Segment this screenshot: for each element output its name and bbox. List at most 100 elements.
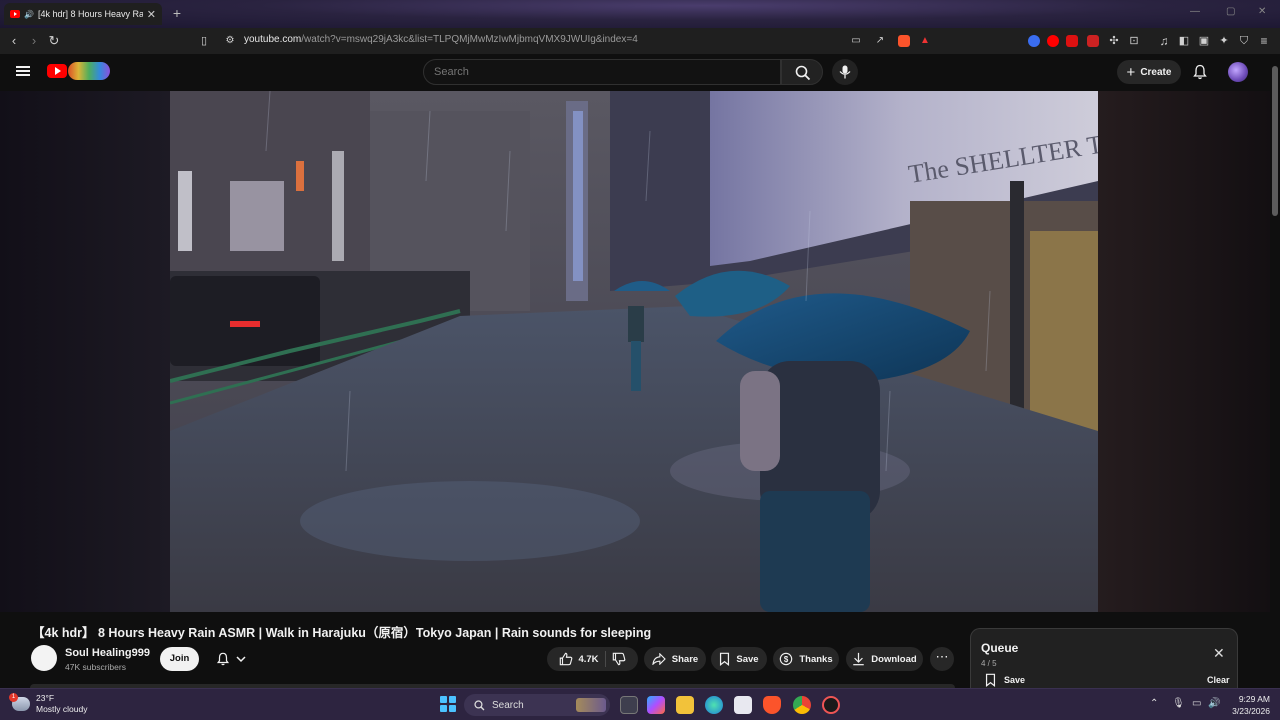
close-window-icon[interactable]: ✕	[1258, 6, 1266, 17]
network-icon[interactable]: ▭	[1192, 698, 1201, 709]
volume-icon[interactable]: 🔊	[1208, 698, 1220, 709]
youtube-logo-icon[interactable]	[47, 64, 67, 78]
microphone-tray-icon[interactable]: 🎙	[1172, 698, 1185, 709]
video-player[interactable]: The SHELLTER TOK	[170, 91, 1098, 612]
extension-red-icon[interactable]	[1047, 35, 1059, 47]
extension-blue-icon[interactable]	[1028, 35, 1040, 47]
bookmark-save-icon	[720, 652, 730, 666]
start-windows-icon[interactable]	[440, 696, 456, 712]
sidebar-toggle-icon[interactable]: ◧	[1176, 33, 1192, 49]
thumbs-down-icon	[612, 652, 625, 666]
brave-browser-icon[interactable]	[763, 696, 781, 714]
media-controls-icon[interactable]: ♫	[1156, 33, 1172, 49]
file-explorer-icon[interactable]	[676, 696, 694, 714]
new-tab-button[interactable]: +	[168, 5, 186, 23]
scrollbar-thumb[interactable]	[1272, 66, 1278, 216]
video-frame-rainy-street: The SHELLTER TOK	[170, 91, 1098, 612]
system-clock[interactable]: 9:29 AM 3/23/2026	[1222, 693, 1270, 717]
taskbar-search-box[interactable]: Search	[464, 694, 610, 716]
edge-browser-icon[interactable]	[705, 696, 723, 714]
svg-text:$: $	[784, 655, 789, 664]
copilot-icon[interactable]	[647, 696, 665, 714]
reload-icon[interactable]: ↻	[46, 33, 62, 49]
download-button[interactable]: Download	[846, 647, 923, 671]
menu-icon[interactable]	[16, 66, 30, 76]
queue-save-label: Save	[1004, 675, 1026, 685]
queue-clear-button[interactable]: Clear	[1207, 675, 1230, 685]
page-scrollbar[interactable]	[1270, 54, 1280, 688]
voice-search-button[interactable]	[832, 59, 858, 85]
windows-taskbar: 1 23°F Mostly cloudy Search ⌃ 🎙 ▭ 🔊 9:29…	[0, 688, 1280, 720]
plus-icon: +	[1126, 63, 1136, 81]
close-tab-icon[interactable]: ✕	[147, 8, 156, 21]
like-divider	[604, 651, 606, 667]
queue-title: Queue	[981, 641, 1019, 655]
microphone-icon	[839, 65, 851, 79]
bookmark-icon[interactable]: ▯	[196, 33, 212, 49]
search-input[interactable]	[424, 60, 780, 84]
site-info-icon[interactable]: ⚙	[222, 33, 238, 49]
search-box[interactable]	[423, 59, 781, 85]
weather-condition: Mostly cloudy	[36, 704, 88, 714]
share-button[interactable]: Share	[644, 647, 706, 671]
forward-icon[interactable]: ›	[26, 33, 42, 49]
queue-save-button[interactable]: Save	[985, 673, 1025, 687]
search-icon	[474, 699, 485, 710]
show-hidden-icons-chevron-icon[interactable]: ⌃	[1150, 698, 1158, 709]
channel-name[interactable]: Soul Healing999	[65, 647, 150, 659]
weather-badge: 1	[9, 693, 18, 702]
more-actions-button[interactable]: ⋯	[930, 647, 954, 671]
thanks-dollar-icon: $	[780, 652, 793, 666]
queue-close-icon[interactable]: ✕	[1213, 645, 1225, 662]
store-icon[interactable]	[734, 696, 752, 714]
leo-ai-icon[interactable]: ✦	[1216, 33, 1232, 49]
search-button[interactable]	[781, 59, 823, 85]
bookmark-icon	[985, 673, 996, 687]
dislike-button[interactable]	[612, 652, 626, 666]
back-icon[interactable]: ‹	[6, 33, 22, 49]
screenshot-icon[interactable]: ⊡	[1126, 33, 1142, 49]
clock-time: 9:29 AM	[1238, 694, 1270, 704]
youtube-favicon-icon	[10, 10, 20, 18]
extensions-puzzle-icon[interactable]: ✣	[1106, 33, 1122, 49]
create-button[interactable]: + Create	[1117, 60, 1181, 84]
share-page-icon[interactable]: ↗	[872, 33, 888, 49]
join-button[interactable]: Join	[160, 647, 199, 671]
create-label: Create	[1140, 66, 1172, 78]
weather-temperature: 23°F	[36, 693, 55, 703]
weather-widget[interactable]: 1 23°F Mostly cloudy	[9, 693, 88, 715]
search-icon	[795, 65, 811, 81]
browser-tab-active[interactable]: 🔊 [4k hdr] 8 Hours Heavy Rain ✕	[4, 3, 162, 25]
browser-tabstrip: 🔊 [4k hdr] 8 Hours Heavy Rain ✕ + — ▢ ✕	[0, 0, 1280, 28]
browser-menu-icon[interactable]: ≡	[1256, 33, 1272, 49]
chrome-icon[interactable]	[793, 696, 811, 714]
browser-toolbar: ‹ › ↻ ▯ ⚙ youtube.com/watch?v=mswq29jA3k…	[0, 28, 1280, 54]
maximize-window-icon[interactable]: ▢	[1226, 6, 1235, 17]
task-view-icon[interactable]	[620, 696, 638, 714]
extension-yt2-icon[interactable]	[1087, 35, 1099, 47]
brave-shields-icon[interactable]	[898, 35, 910, 47]
minimize-window-icon[interactable]: —	[1190, 6, 1200, 17]
youtube-doodle-logo[interactable]	[68, 62, 110, 80]
save-button[interactable]: Save	[711, 647, 767, 671]
url-path: /watch?v=mswq29jA3kc&list=TLPQMjMwMzIwMj…	[301, 34, 638, 45]
notifications-bell-icon[interactable]	[1192, 64, 1208, 80]
thanks-label: Thanks	[799, 653, 833, 665]
brave-rewards-icon[interactable]: ▲	[920, 35, 932, 47]
audio-playing-icon[interactable]: 🔊	[24, 10, 34, 19]
account-avatar[interactable]	[1228, 62, 1248, 82]
download-icon	[853, 652, 865, 666]
address-bar[interactable]: youtube.com/watch?v=mswq29jA3kc&list=TLP…	[244, 34, 638, 45]
extension-yt-icon[interactable]	[1066, 35, 1078, 47]
clock-date: 3/23/2026	[1232, 706, 1270, 716]
thanks-button[interactable]: $ Thanks	[773, 647, 839, 671]
vpn-shield-icon[interactable]: ⛉	[1236, 33, 1252, 49]
obs-recorder-icon[interactable]	[822, 696, 840, 714]
url-host: youtube.com	[244, 34, 302, 45]
like-button[interactable]: 4.7K	[559, 652, 599, 666]
subscription-bell-button[interactable]	[208, 648, 254, 670]
channel-avatar[interactable]	[31, 645, 57, 671]
tab-title: [4k hdr] 8 Hours Heavy Rain	[37, 9, 143, 19]
wallet-icon[interactable]: ▣	[1196, 33, 1212, 49]
cast-icon[interactable]: ▭	[848, 33, 864, 49]
